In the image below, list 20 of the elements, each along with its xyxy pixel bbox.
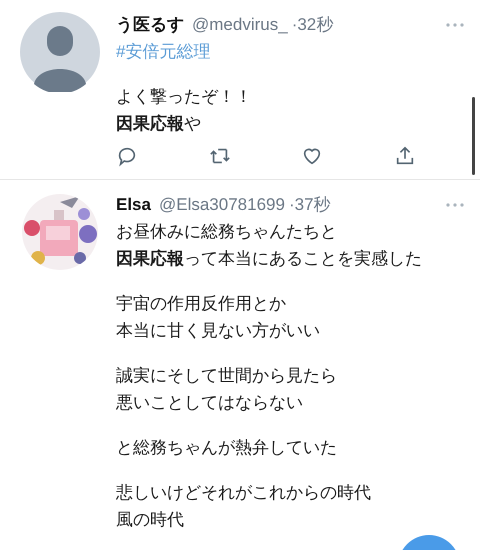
reply-icon[interactable]	[116, 145, 138, 167]
tweet-text: よく撃ったぞ！！	[116, 86, 252, 108]
tweet-text: と総務ちゃんが熱弁していた	[116, 437, 337, 459]
tweet-text: 宇宙の作用反作用とか	[116, 293, 286, 315]
display-name: う医るす	[116, 14, 184, 36]
avatar-icon[interactable]	[20, 12, 100, 92]
display-name: Elsa	[116, 194, 151, 216]
tweet-text: 悲しいけどそれがこれからの時代	[116, 482, 371, 504]
tweet-time: ·37秒	[288, 194, 331, 216]
tweet-text: 因果応報や	[116, 113, 201, 135]
user-handle: @Elsa30781699	[158, 194, 285, 216]
tweet-time: ·32秒	[292, 14, 334, 36]
tweet-text: 悪いことしてはならない	[116, 392, 303, 414]
tweet-text: 誠実にそして世間から見たら	[116, 365, 337, 387]
tweet-text: 本当に甘く見ない方がいい	[116, 320, 320, 342]
tweet-text: お昼休みに総務ちゃんたちと	[116, 221, 337, 243]
tweet-text: 風の時代	[116, 509, 184, 531]
tweet-text: 因果応報って本当にあることを実感した	[116, 248, 422, 270]
user-handle: @medvirus_	[192, 14, 288, 36]
hashtag-link[interactable]: #安倍元総理	[116, 38, 210, 65]
